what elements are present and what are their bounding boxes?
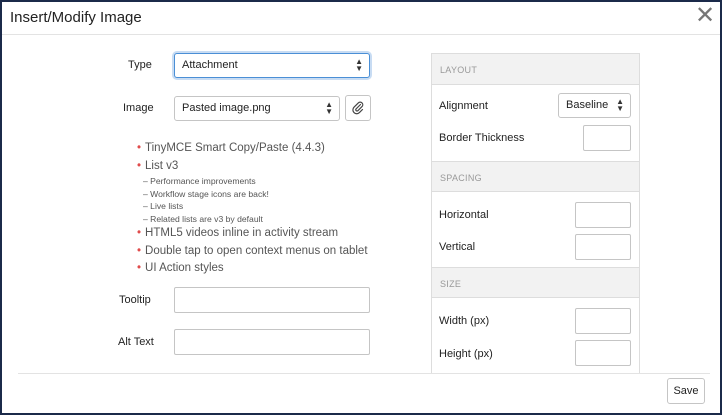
layout-section-header: LAYOUT xyxy=(432,54,639,85)
image-label: Image xyxy=(123,102,154,114)
release-note-item: • List v3 xyxy=(137,158,368,176)
image-select[interactable]: Pasted image.png ▲ ▼ xyxy=(174,96,340,121)
release-note-text: Double tap to open context menus on tabl… xyxy=(145,244,368,257)
bullet-icon: • xyxy=(137,159,142,172)
release-note-subitem: – Workflow stage icons are back! xyxy=(143,188,269,199)
release-note-subitem: – Related lists are v3 by default xyxy=(143,213,263,224)
tooltip-label: Tooltip xyxy=(119,294,151,306)
type-select[interactable]: Attachment ▲ ▼ xyxy=(174,53,370,78)
border-thickness-input[interactable] xyxy=(583,125,631,151)
release-note-text: HTML5 videos inline in activity stream xyxy=(145,227,339,240)
width-input[interactable] xyxy=(575,308,631,334)
height-input[interactable] xyxy=(575,340,631,366)
dialog-header: Insert/Modify Image ✕ xyxy=(2,2,720,35)
release-note-text: UI Action styles xyxy=(145,262,224,275)
release-note-item: • UI Action styles xyxy=(137,260,368,278)
insert-modify-image-dialog: Insert/Modify Image ✕ Type Attachment ▲ ▼… xyxy=(0,0,722,415)
border-thickness-label: Border Thickness xyxy=(439,132,525,144)
width-label: Width (px) xyxy=(439,315,490,327)
bullet-icon: • xyxy=(137,227,142,240)
alignment-select[interactable]: Baseline ▲ ▼ xyxy=(558,93,631,118)
release-note-subitem: – Live lists xyxy=(143,201,184,212)
attach-button[interactable] xyxy=(345,95,371,121)
alignment-label: Alignment xyxy=(439,100,488,112)
select-arrows-icon: ▲ ▼ xyxy=(325,100,333,116)
release-note-item: • HTML5 videos inline in activity stream xyxy=(137,225,368,243)
footer-divider xyxy=(18,373,710,374)
horizontal-label: Horizontal xyxy=(439,209,489,221)
alt-text-input[interactable] xyxy=(174,329,370,355)
release-note-item: • Double tap to open context menus on tab… xyxy=(137,243,368,261)
size-section-header: SIZE xyxy=(432,267,639,298)
image-select-value: Pasted image.png xyxy=(182,102,271,114)
vertical-spacing-input[interactable] xyxy=(575,234,631,260)
spacing-section-header: SPACING xyxy=(432,161,639,192)
bullet-icon: • xyxy=(137,142,142,154)
release-note-subitem: – Performance improvements xyxy=(143,176,256,186)
alt-text-label: Alt Text xyxy=(118,336,154,348)
release-note-text: List v3 xyxy=(145,159,179,172)
save-button[interactable]: Save xyxy=(667,378,705,404)
horizontal-spacing-input[interactable] xyxy=(575,202,631,228)
bullet-icon: • xyxy=(137,244,142,257)
vertical-label: Vertical xyxy=(439,241,476,253)
select-arrows-icon: ▲ ▼ xyxy=(355,57,363,73)
type-label: Type xyxy=(128,59,152,71)
dialog-title: Insert/Modify Image xyxy=(10,9,142,26)
release-note-text: TinyMCE Smart Copy/Paste (4.4.3) xyxy=(145,142,325,154)
type-select-value: Attachment xyxy=(182,59,238,71)
height-label: Height (px) xyxy=(439,348,493,360)
select-arrows-icon: ▲ ▼ xyxy=(616,97,624,113)
alignment-select-value: Baseline xyxy=(566,99,609,111)
release-note-item: • TinyMCE Smart Copy/Paste (4.4.3) xyxy=(137,140,368,158)
image-properties-panel: LAYOUT Alignment Baseline ▲ ▼ Border Thic… xyxy=(431,53,640,373)
release-notes-list: • TinyMCE Smart Copy/Paste (4.4.3) • List v… xyxy=(137,140,368,278)
paperclip-icon xyxy=(352,101,364,115)
close-icon[interactable]: ✕ xyxy=(693,4,717,29)
tooltip-input[interactable] xyxy=(174,287,370,313)
bullet-icon: • xyxy=(137,262,142,275)
